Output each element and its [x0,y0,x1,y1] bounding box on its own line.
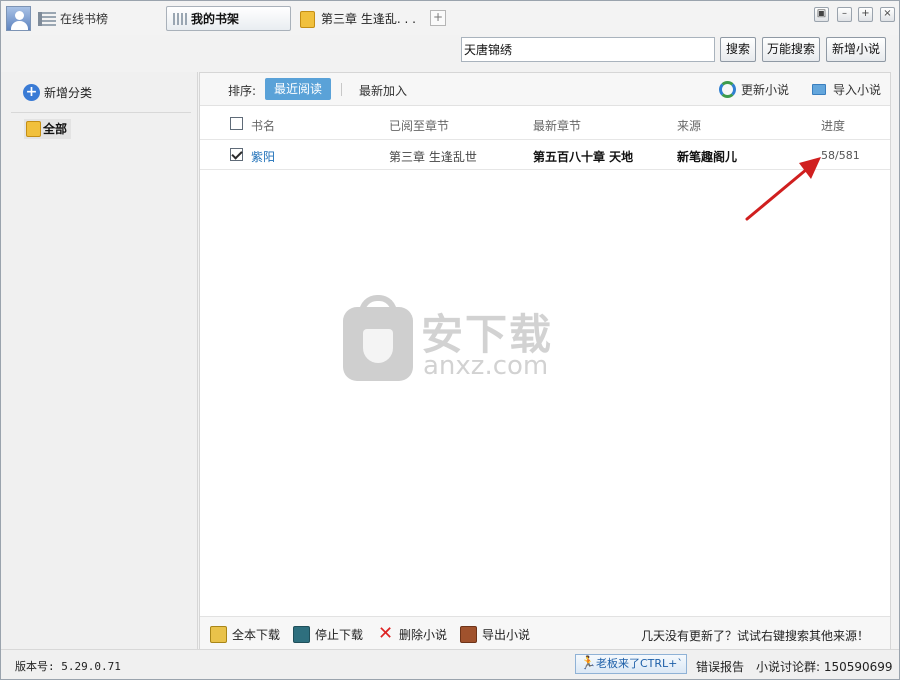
table-header: 书名 已阅至章节 最新章节 来源 进度 [200,107,890,140]
download-book-icon [210,626,227,643]
add-novel-button[interactable]: 新增小说 [826,37,886,62]
add-category-label: 新增分类 [44,86,93,100]
tab-open-chapter-label: 第三章 生逢乱. . . [321,12,416,26]
watermark-domain: anxz.com [423,351,549,381]
export-novel-button[interactable]: 导出小说 [460,626,530,644]
book-icon [300,11,315,28]
column-header-read-to[interactable]: 已阅至章节 [389,117,449,134]
sort-label: 排序: [228,84,257,98]
book-icon [26,121,41,137]
tab-my-bookshelf-label: 我的书架 [191,12,240,26]
delete-novel-button[interactable]: ✕ 删除小说 [377,623,448,644]
delete-novel-label: 删除小说 [399,628,448,642]
app-window: 在线书榜 我的书架 第三章 生逢乱. . . + ▣ – + × 搜索 万能搜索… [0,0,900,680]
sidebar-divider [11,112,191,113]
stop-download-label: 停止下载 [315,628,364,642]
category-sidebar: + 新增分类 全部 [1,72,198,649]
column-header-title[interactable]: 书名 [251,117,275,134]
sidebar-item-all[interactable]: 全部 [24,119,72,139]
refresh-icon [719,81,736,98]
tab-my-bookshelf[interactable]: 我的书架 [166,6,291,31]
minimize-button[interactable]: – [837,7,852,22]
error-report-link[interactable]: 错误报告 [696,658,744,675]
boss-key-button[interactable]: 🏃 老板来了CTRL+` [575,654,687,674]
tab-online-ranking-label: 在线书榜 [60,12,109,26]
bookshelf-panel: 排序: 最近阅读 最新加入 更新小说 导入小说 书名 已阅至章节 最新章节 来源… [199,72,891,649]
update-novels-button[interactable]: 更新小说 [719,81,789,99]
sort-recent-read-button[interactable]: 最近阅读 [265,78,331,100]
sort-recent-added-button[interactable]: 最新加入 [359,82,407,99]
book-title[interactable]: 紫阳 [251,148,275,165]
delete-x-icon: ✕ [377,623,394,644]
search-input[interactable] [461,37,715,62]
skin-button[interactable]: ▣ [814,7,829,22]
export-book-icon [460,626,477,643]
column-header-latest[interactable]: 最新章节 [533,117,581,134]
tab-open-chapter[interactable]: 第三章 生逢乱. . . [300,7,416,31]
search-button[interactable]: 搜索 [720,37,756,62]
boss-key-label: 老板来了CTRL+` [596,657,683,670]
stop-book-icon [293,626,310,643]
import-novel-button[interactable]: 导入小说 [811,81,881,99]
shopping-bag-icon [343,295,413,381]
sort-toolbar: 排序: 最近阅读 最新加入 更新小说 导入小说 [200,73,890,106]
action-bar: 全本下载 停止下载 ✕ 删除小说 导出小说 几天没有更新了？试试右键搜索其他来源… [200,616,890,649]
watermark-logo: 安下载 anxz.com [343,295,563,383]
version-label: 版本号: 5.29.0.71 [15,660,121,673]
bookshelf-icon [173,13,189,25]
discussion-group-label: 小说讨论群: 150590699 [756,660,893,674]
ranking-list-icon [38,12,56,26]
folder-import-icon [812,84,826,95]
stop-download-button[interactable]: 停止下载 [293,626,363,644]
sidebar-item-label: 全部 [43,122,68,136]
update-tip: 几天没有更新了？试试右键搜索其他来源！ [641,629,870,643]
latest-chapter: 第五百八十章 天地 [533,150,634,164]
update-novels-label: 更新小说 [741,83,790,97]
status-bar: 版本号: 5.29.0.71 🏃 老板来了CTRL+` 错误报告 小说讨论群: … [1,649,899,679]
plus-circle-icon: + [23,84,40,101]
user-avatar-icon[interactable] [6,6,31,31]
book-source: 新笔趣阁儿 [677,150,738,164]
full-download-button[interactable]: 全本下载 [210,626,280,644]
column-header-source[interactable]: 来源 [677,117,701,134]
row-checkbox[interactable] [230,148,243,161]
read-to-chapter: 第三章 生逢乱世 [389,150,477,164]
select-all-checkbox[interactable] [230,117,243,130]
running-man-icon: 🏃 [580,656,597,671]
reading-progress: 58/581 [821,149,860,162]
export-novel-label: 导出小说 [482,628,531,642]
tab-online-ranking[interactable]: 在线书榜 [38,7,108,31]
universal-search-button[interactable]: 万能搜索 [762,37,820,62]
close-button[interactable]: × [880,7,895,22]
sort-divider [341,83,342,96]
import-novel-label: 导入小说 [833,83,882,97]
add-category-button[interactable]: + 新增分类 [23,84,92,102]
table-row[interactable]: 紫阳 第三章 生逢乱世 第五百八十章 天地 新笔趣阁儿 58/581 [200,140,890,170]
full-download-label: 全本下载 [232,628,281,642]
add-tab-button[interactable]: + [430,10,446,26]
title-bar: 在线书榜 我的书架 第三章 生逢乱. . . + ▣ – + × [1,1,899,35]
maximize-button[interactable]: + [858,7,873,22]
column-header-progress[interactable]: 进度 [821,117,845,134]
